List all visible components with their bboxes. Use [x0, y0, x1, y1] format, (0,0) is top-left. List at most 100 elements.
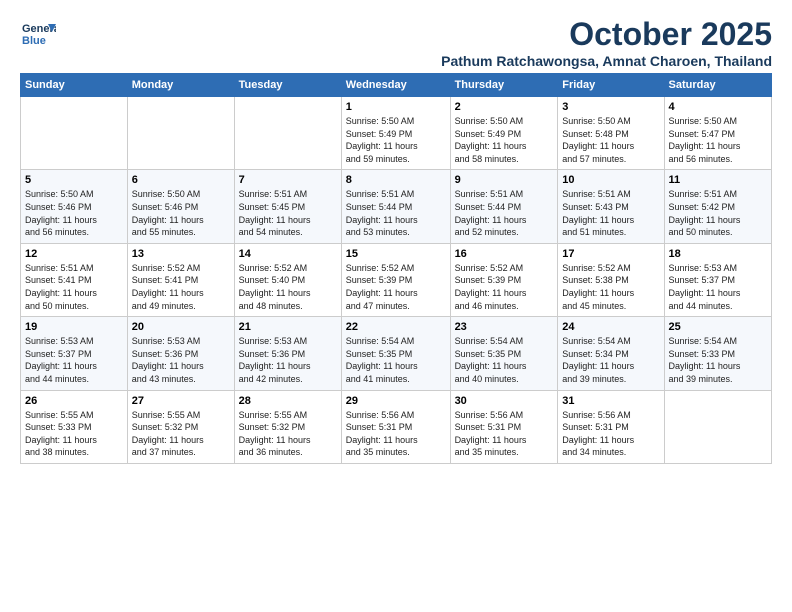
day-info: Sunrise: 5:54 AM Sunset: 5:35 PM Dayligh…	[346, 335, 446, 385]
day-info: Sunrise: 5:52 AM Sunset: 5:41 PM Dayligh…	[132, 262, 230, 312]
day-number: 18	[669, 248, 767, 260]
day-info: Sunrise: 5:52 AM Sunset: 5:38 PM Dayligh…	[562, 262, 659, 312]
calendar-cell	[127, 97, 234, 170]
day-info: Sunrise: 5:52 AM Sunset: 5:40 PM Dayligh…	[239, 262, 337, 312]
day-number: 7	[239, 174, 337, 186]
calendar-cell	[234, 97, 341, 170]
calendar-cell: 30 Sunrise: 5:56 AM Sunset: 5:31 PM Dayli…	[450, 390, 558, 463]
calendar-cell: 5 Sunrise: 5:50 AM Sunset: 5:46 PM Daylig…	[21, 170, 128, 243]
calendar-cell: 3Sunrise: 5:50 AM Sunset: 5:48 PM Daylig…	[558, 97, 664, 170]
day-info: Sunrise: 5:54 AM Sunset: 5:34 PM Dayligh…	[562, 335, 659, 385]
day-info: Sunrise: 5:54 AM Sunset: 5:35 PM Dayligh…	[455, 335, 554, 385]
day-number: 24	[562, 321, 659, 333]
day-number: 16	[455, 248, 554, 260]
calendar-cell: 19Sunrise: 5:53 AM Sunset: 5:37 PM Dayli…	[21, 317, 128, 390]
title-block: October 2025 Pathum Ratchawongsa, Amnat …	[441, 16, 772, 69]
day-info: Sunrise: 5:55 AM Sunset: 5:32 PM Dayligh…	[239, 409, 337, 459]
day-number: 5	[25, 174, 123, 186]
calendar-cell: 28 Sunrise: 5:55 AM Sunset: 5:32 PM Dayli…	[234, 390, 341, 463]
calendar-week-5: 26 Sunrise: 5:55 AM Sunset: 5:33 PM Dayli…	[21, 390, 772, 463]
day-number: 9	[455, 174, 554, 186]
weekday-header-friday: Friday	[558, 74, 664, 97]
weekday-header-saturday: Saturday	[664, 74, 771, 97]
day-number: 6	[132, 174, 230, 186]
calendar-cell: 21 Sunrise: 5:53 AM Sunset: 5:36 PM Dayli…	[234, 317, 341, 390]
calendar-cell: 7 Sunrise: 5:51 AM Sunset: 5:45 PM Daylig…	[234, 170, 341, 243]
day-number: 25	[669, 321, 767, 333]
calendar-cell: 24 Sunrise: 5:54 AM Sunset: 5:34 PM Dayli…	[558, 317, 664, 390]
calendar-cell: 1Sunrise: 5:50 AM Sunset: 5:49 PM Daylig…	[341, 97, 450, 170]
day-number: 15	[346, 248, 446, 260]
calendar-cell: 22 Sunrise: 5:54 AM Sunset: 5:35 PM Dayli…	[341, 317, 450, 390]
day-number: 2	[455, 101, 554, 113]
calendar-cell: 4Sunrise: 5:50 AM Sunset: 5:47 PM Daylig…	[664, 97, 771, 170]
day-number: 20	[132, 321, 230, 333]
calendar-cell: 11 Sunrise: 5:51 AM Sunset: 5:42 PM Dayli…	[664, 170, 771, 243]
day-info: Sunrise: 5:51 AM Sunset: 5:41 PM Dayligh…	[25, 262, 123, 312]
calendar-cell	[664, 390, 771, 463]
calendar-cell: 16 Sunrise: 5:52 AM Sunset: 5:39 PM Dayli…	[450, 243, 558, 316]
calendar-table: SundayMondayTuesdayWednesdayThursdayFrid…	[20, 73, 772, 464]
day-number: 30	[455, 395, 554, 407]
weekday-header-thursday: Thursday	[450, 74, 558, 97]
calendar-cell: 6 Sunrise: 5:50 AM Sunset: 5:46 PM Daylig…	[127, 170, 234, 243]
calendar-cell: 14Sunrise: 5:52 AM Sunset: 5:40 PM Dayli…	[234, 243, 341, 316]
calendar-week-3: 12 Sunrise: 5:51 AM Sunset: 5:41 PM Dayli…	[21, 243, 772, 316]
calendar-cell: 23 Sunrise: 5:54 AM Sunset: 5:35 PM Dayli…	[450, 317, 558, 390]
day-number: 13	[132, 248, 230, 260]
day-number: 17	[562, 248, 659, 260]
calendar-cell: 29Sunrise: 5:56 AM Sunset: 5:31 PM Dayli…	[341, 390, 450, 463]
day-info: Sunrise: 5:51 AM Sunset: 5:44 PM Dayligh…	[346, 188, 446, 238]
day-info: Sunrise: 5:56 AM Sunset: 5:31 PM Dayligh…	[455, 409, 554, 459]
day-info: Sunrise: 5:50 AM Sunset: 5:46 PM Dayligh…	[25, 188, 123, 238]
day-number: 28	[239, 395, 337, 407]
day-info: Sunrise: 5:53 AM Sunset: 5:36 PM Dayligh…	[239, 335, 337, 385]
day-info: Sunrise: 5:54 AM Sunset: 5:33 PM Dayligh…	[669, 335, 767, 385]
calendar-cell: 8 Sunrise: 5:51 AM Sunset: 5:44 PM Daylig…	[341, 170, 450, 243]
day-info: Sunrise: 5:51 AM Sunset: 5:43 PM Dayligh…	[562, 188, 659, 238]
calendar-cell: 25 Sunrise: 5:54 AM Sunset: 5:33 PM Dayli…	[664, 317, 771, 390]
calendar-cell: 17 Sunrise: 5:52 AM Sunset: 5:38 PM Dayli…	[558, 243, 664, 316]
day-number: 26	[25, 395, 123, 407]
day-info: Sunrise: 5:52 AM Sunset: 5:39 PM Dayligh…	[346, 262, 446, 312]
day-number: 21	[239, 321, 337, 333]
day-number: 22	[346, 321, 446, 333]
calendar-cell: 27 Sunrise: 5:55 AM Sunset: 5:32 PM Dayli…	[127, 390, 234, 463]
logo-icon: General Blue	[20, 16, 56, 52]
calendar-subtitle: Pathum Ratchawongsa, Amnat Charoen, Thai…	[441, 53, 772, 69]
day-number: 4	[669, 101, 767, 113]
day-info: Sunrise: 5:51 AM Sunset: 5:45 PM Dayligh…	[239, 188, 337, 238]
day-number: 19	[25, 321, 123, 333]
day-info: Sunrise: 5:50 AM Sunset: 5:46 PM Dayligh…	[132, 188, 230, 238]
day-info: Sunrise: 5:52 AM Sunset: 5:39 PM Dayligh…	[455, 262, 554, 312]
calendar-cell: 9 Sunrise: 5:51 AM Sunset: 5:44 PM Daylig…	[450, 170, 558, 243]
calendar-cell: 2Sunrise: 5:50 AM Sunset: 5:49 PM Daylig…	[450, 97, 558, 170]
calendar-cell: 18 Sunrise: 5:53 AM Sunset: 5:37 PM Dayli…	[664, 243, 771, 316]
svg-text:Blue: Blue	[22, 35, 46, 47]
day-number: 11	[669, 174, 767, 186]
weekday-header-wednesday: Wednesday	[341, 74, 450, 97]
calendar-week-2: 5 Sunrise: 5:50 AM Sunset: 5:46 PM Daylig…	[21, 170, 772, 243]
day-info: Sunrise: 5:53 AM Sunset: 5:37 PM Dayligh…	[669, 262, 767, 312]
calendar-cell: 20 Sunrise: 5:53 AM Sunset: 5:36 PM Dayli…	[127, 317, 234, 390]
weekday-header-tuesday: Tuesday	[234, 74, 341, 97]
day-info: Sunrise: 5:53 AM Sunset: 5:36 PM Dayligh…	[132, 335, 230, 385]
day-number: 10	[562, 174, 659, 186]
calendar-cell: 10 Sunrise: 5:51 AM Sunset: 5:43 PM Dayli…	[558, 170, 664, 243]
calendar-cell: 12 Sunrise: 5:51 AM Sunset: 5:41 PM Dayli…	[21, 243, 128, 316]
day-info: Sunrise: 5:55 AM Sunset: 5:33 PM Dayligh…	[25, 409, 123, 459]
calendar-cell: 26 Sunrise: 5:55 AM Sunset: 5:33 PM Dayli…	[21, 390, 128, 463]
weekday-header-sunday: Sunday	[21, 74, 128, 97]
day-info: Sunrise: 5:51 AM Sunset: 5:42 PM Dayligh…	[669, 188, 767, 238]
day-number: 27	[132, 395, 230, 407]
day-info: Sunrise: 5:55 AM Sunset: 5:32 PM Dayligh…	[132, 409, 230, 459]
calendar-week-4: 19Sunrise: 5:53 AM Sunset: 5:37 PM Dayli…	[21, 317, 772, 390]
calendar-title: October 2025	[441, 16, 772, 53]
day-number: 31	[562, 395, 659, 407]
day-number: 29	[346, 395, 446, 407]
day-info: Sunrise: 5:56 AM Sunset: 5:31 PM Dayligh…	[562, 409, 659, 459]
day-info: Sunrise: 5:51 AM Sunset: 5:44 PM Dayligh…	[455, 188, 554, 238]
day-number: 12	[25, 248, 123, 260]
day-number: 23	[455, 321, 554, 333]
day-number: 8	[346, 174, 446, 186]
